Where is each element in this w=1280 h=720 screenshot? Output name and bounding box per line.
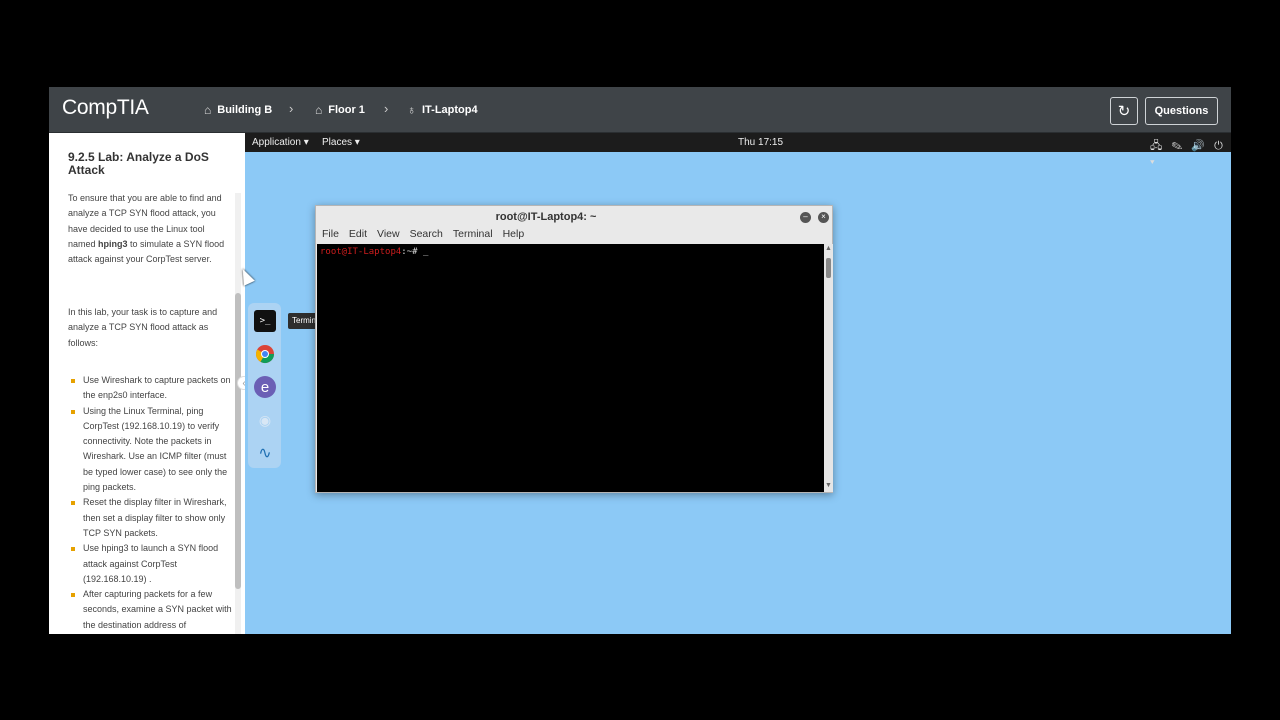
task-intro: In this lab, your task is to capture and… (68, 307, 218, 348)
dock-tooltip: Terminal (288, 313, 316, 329)
terminal-menubar: File Edit View Search Terminal Help (322, 228, 524, 240)
menu-help[interactable]: Help (503, 228, 525, 240)
wireshark-icon[interactable]: ∿ (254, 442, 276, 464)
floor-icon: ⌂ (315, 103, 323, 117)
emacs-icon[interactable]: e (254, 376, 276, 398)
system-tray[interactable]: 🖧 ✎ 🔊 ⏻ ▾ (1150, 137, 1231, 169)
close-icon: × (821, 212, 826, 221)
menu-view[interactable]: View (377, 228, 400, 240)
menu-file[interactable]: File (322, 228, 339, 240)
breadcrumb-label: Building B (217, 104, 273, 116)
chrome-icon[interactable] (254, 343, 276, 365)
comptia-logo: CompTIA (62, 96, 149, 119)
menu-terminal[interactable]: Terminal (453, 228, 493, 240)
breadcrumb-floor[interactable]: ⌂ Floor 1 (315, 103, 365, 117)
dock: >_ e ◉ ∿ (248, 303, 281, 468)
list-item: Reset the display filter in Wireshark, t… (68, 495, 233, 541)
remote-desktop[interactable]: Application ▾ Places ▾ Thu 17:15 🖧 ✎ 🔊 ⏻… (245, 133, 1231, 634)
applications-menu[interactable]: Application ▾ (252, 137, 309, 148)
scroll-up-icon[interactable]: ▲ (825, 245, 832, 252)
menu-edit[interactable]: Edit (349, 228, 367, 240)
lab-frame: CompTIA ⌂ Building B › ⌂ Floor 1 › ♁ IT-… (49, 87, 1231, 634)
minimize-icon: – (803, 212, 808, 221)
refresh-button[interactable]: ↻ (1110, 97, 1138, 125)
questions-button[interactable]: Questions (1145, 97, 1218, 125)
minimize-button[interactable]: – (800, 212, 811, 223)
prompt-cursor: :~# _ (401, 247, 429, 257)
places-menu[interactable]: Places ▾ (322, 137, 360, 148)
building-icon: ⌂ (204, 103, 212, 117)
panel-scrollbar[interactable] (235, 293, 241, 589)
window-title: root@IT-Laptop4: ~ (495, 211, 597, 223)
breadcrumb-label: Floor 1 (328, 104, 365, 116)
list-item: Use Wireshark to capture packets on the … (68, 373, 233, 404)
breadcrumb-separator: › (289, 101, 294, 116)
refresh-icon: ↻ (1117, 103, 1131, 120)
laptop-icon: ♁ (407, 103, 416, 117)
task-list: Use Wireshark to capture packets on the … (68, 373, 233, 633)
intro-paragraph: To ensure that you are able to find and … (68, 191, 233, 267)
lab-title: 9.2.5 Lab: Analyze a DoS Attack (68, 150, 209, 177)
terminal-scrollbar[interactable]: ▲ ▼ (824, 244, 833, 492)
top-navigation-bar: CompTIA ⌂ Building B › ⌂ Floor 1 › ♁ IT-… (49, 87, 1231, 133)
terminal-window[interactable]: root@IT-Laptop4: ~ – × File Edit View Se… (315, 205, 833, 493)
eye-icon[interactable]: ◉ (254, 409, 276, 431)
breadcrumb-separator: › (384, 101, 389, 116)
breadcrumb-label: IT-Laptop4 (422, 104, 478, 116)
prompt-user: root@IT-Laptop4 (320, 247, 402, 257)
list-item: Use hping3 to launch a SYN flood attack … (68, 541, 233, 587)
terminal-output[interactable]: root@IT-Laptop4:~# _ (317, 244, 824, 492)
breadcrumb-laptop[interactable]: ♁ IT-Laptop4 (407, 103, 478, 117)
clock[interactable]: Thu 17:15 (738, 137, 783, 148)
menu-search[interactable]: Search (410, 228, 443, 240)
scroll-thumb[interactable] (826, 258, 831, 278)
breadcrumb-building[interactable]: ⌂ Building B (204, 103, 272, 117)
instructions-panel: 9.2.5 Lab: Analyze a DoS Attack To ensur… (49, 133, 245, 634)
gnome-top-bar: Application ▾ Places ▾ Thu 17:15 🖧 ✎ 🔊 ⏻… (245, 133, 1231, 168)
list-item: After capturing packets for a few second… (68, 587, 233, 633)
scroll-down-icon[interactable]: ▼ (825, 482, 832, 489)
list-item: Using the Linux Terminal, ping CorpTest … (68, 404, 233, 496)
tool-name: hping3 (98, 238, 128, 249)
close-button[interactable]: × (818, 212, 829, 223)
terminal-icon[interactable]: >_ (254, 310, 276, 332)
